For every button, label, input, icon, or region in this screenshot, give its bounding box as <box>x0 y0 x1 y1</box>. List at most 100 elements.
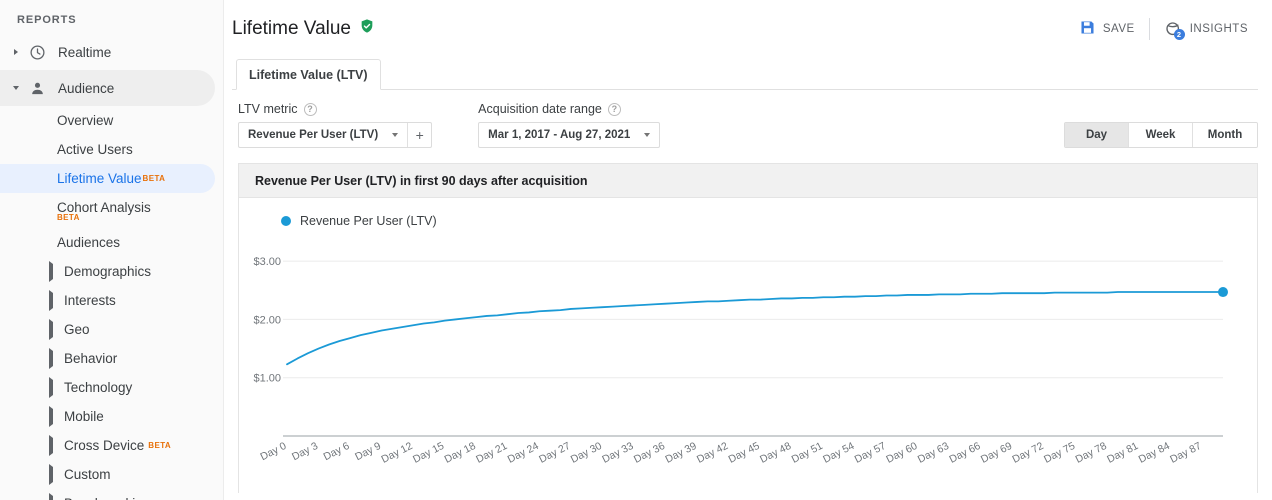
sidebar-item-benchmarking[interactable]: Benchmarking <box>0 489 223 500</box>
svg-text:Day 24: Day 24 <box>506 440 541 466</box>
header-divider <box>1148 18 1150 40</box>
insights-badge: 2 <box>1173 28 1185 40</box>
chevron-down-icon[interactable] <box>386 123 407 147</box>
sidebar-item-geo[interactable]: Geo <box>0 315 223 344</box>
sidebar-item-cohort-analysis[interactable]: Cohort Analysis BETA <box>0 193 223 222</box>
help-icon[interactable]: ? <box>607 102 621 116</box>
svg-text:Day 33: Day 33 <box>600 440 635 466</box>
sidebar: REPORTS Realtime Audience Overview Activ… <box>0 0 224 500</box>
beta-badge: BETA <box>57 213 80 222</box>
chart-panel-title: Revenue Per User (LTV) in first 90 days … <box>239 164 1257 198</box>
date-range-control: Acquisition date range ? Mar 1, 2017 - A… <box>478 102 661 148</box>
clock-icon <box>24 44 50 61</box>
sidebar-item-label: Lifetime Value <box>57 171 142 186</box>
chevron-right-icon <box>49 319 53 340</box>
svg-text:Day 69: Day 69 <box>979 440 1014 466</box>
chevron-right-icon <box>8 49 24 55</box>
insights-icon: 2 <box>1164 20 1185 40</box>
sidebar-item-demographics[interactable]: Demographics <box>0 257 223 286</box>
sidebar-item-active-users[interactable]: Active Users <box>0 135 223 164</box>
sidebar-item-technology[interactable]: Technology <box>0 373 223 402</box>
sidebar-item-realtime[interactable]: Realtime <box>0 34 223 70</box>
sidebar-item-label: Custom <box>64 467 111 482</box>
svg-text:Day 75: Day 75 <box>1042 440 1077 466</box>
save-floppy-icon <box>1079 19 1096 39</box>
svg-text:$2.00: $2.00 <box>253 314 281 326</box>
sidebar-item-behavior[interactable]: Behavior <box>0 344 223 373</box>
sidebar-item-cross-device[interactable]: Cross Device BETA <box>0 431 223 460</box>
add-metric-button[interactable]: + <box>407 123 431 147</box>
ltv-metric-label: LTV metric <box>238 102 298 116</box>
tab-lifetime-value-ltv[interactable]: Lifetime Value (LTV) <box>236 59 381 90</box>
chevron-right-icon <box>49 290 53 311</box>
save-button[interactable]: SAVE <box>1069 13 1145 45</box>
svg-text:Day 42: Day 42 <box>695 440 730 466</box>
chevron-down-icon[interactable] <box>638 123 659 147</box>
granularity-option-day[interactable]: Day <box>1065 123 1129 147</box>
svg-text:Day 9: Day 9 <box>353 440 383 463</box>
insights-button[interactable]: 2 INSIGHTS <box>1154 13 1258 45</box>
svg-text:Day 30: Day 30 <box>569 440 604 466</box>
sidebar-item-audiences[interactable]: Audiences <box>0 228 223 257</box>
chevron-down-icon <box>8 86 24 90</box>
date-range-select[interactable]: Mar 1, 2017 - Aug 27, 2021 <box>478 122 661 148</box>
chevron-right-icon <box>49 261 53 282</box>
ltv-metric-label-row: LTV metric ? <box>238 102 432 116</box>
chevron-right-icon <box>49 464 53 485</box>
ltv-metric-select[interactable]: Revenue Per User (LTV) + <box>238 122 433 148</box>
granularity-label: Month <box>1207 129 1243 141</box>
svg-text:Day 36: Day 36 <box>632 440 667 466</box>
svg-text:Day 27: Day 27 <box>537 440 572 466</box>
svg-text:$3.00: $3.00 <box>253 256 281 268</box>
svg-text:Day 0: Day 0 <box>258 440 288 463</box>
granularity-option-week[interactable]: Week <box>1129 123 1193 147</box>
page-title: Lifetime Value <box>232 18 375 40</box>
sidebar-item-interests[interactable]: Interests <box>0 286 223 315</box>
line-chart-svg: $1.00$2.00$3.00Day 0 Day 3 Day 6 Day 9Day 1… <box>253 256 1228 466</box>
granularity-label: Week <box>1145 129 1176 141</box>
beta-badge: BETA <box>148 441 172 450</box>
svg-text:Day 39: Day 39 <box>663 440 698 466</box>
svg-text:Day 12: Day 12 <box>379 440 414 466</box>
granularity-option-month[interactable]: Month <box>1193 123 1257 147</box>
svg-text:$1.00: $1.00 <box>253 373 281 385</box>
sidebar-item-lifetime-value[interactable]: Lifetime Value BETA <box>0 164 215 193</box>
sidebar-item-label: Audience <box>58 80 115 96</box>
sidebar-item-label: Cross Device <box>64 438 145 453</box>
sidebar-item-label: Realtime <box>58 44 112 60</box>
granularity-toggle: Day Week Month <box>1064 122 1258 148</box>
svg-text:Day 21: Day 21 <box>474 440 509 466</box>
sidebar-item-overview[interactable]: Overview <box>0 106 223 135</box>
app-root: REPORTS Realtime Audience Overview Activ… <box>0 0 1272 500</box>
sidebar-item-label: Interests <box>64 293 116 308</box>
svg-text:Day 81: Day 81 <box>1105 440 1140 466</box>
sidebar-item-label: Active Users <box>57 142 133 157</box>
beta-badge: BETA <box>142 174 166 183</box>
page-header: Lifetime Value SAVE 2 INSIGHTS <box>224 0 1272 58</box>
svg-text:Day 63: Day 63 <box>916 440 951 466</box>
svg-text:Day 78: Day 78 <box>1074 440 1109 466</box>
sidebar-item-mobile[interactable]: Mobile <box>0 402 223 431</box>
sidebar-item-label: Geo <box>64 322 90 337</box>
svg-text:Day 66: Day 66 <box>947 440 982 466</box>
chart-plot-area[interactable]: $1.00 $2.00 $3.00 Day 0 Day 3 Day 6 Day 9 Day 1… <box>239 224 1257 493</box>
help-icon[interactable]: ? <box>303 102 317 116</box>
sidebar-section-label: REPORTS <box>17 14 77 26</box>
sidebar-item-audience[interactable]: Audience <box>0 70 215 106</box>
insights-button-label: INSIGHTS <box>1189 23 1248 35</box>
svg-text:Day 15: Day 15 <box>411 440 446 466</box>
svg-text:Day 18: Day 18 <box>443 440 478 466</box>
svg-text:Day 87: Day 87 <box>1168 440 1203 466</box>
svg-text:Day 51: Day 51 <box>790 440 825 466</box>
ltv-metric-control: LTV metric ? Revenue Per User (LTV) + <box>238 102 433 148</box>
sidebar-item-label: Overview <box>57 113 114 128</box>
sidebar-item-label: Mobile <box>64 409 104 424</box>
svg-text:Day 54: Day 54 <box>821 440 856 466</box>
svg-text:Day 48: Day 48 <box>758 440 793 466</box>
ltv-metric-value: Revenue Per User (LTV) <box>248 129 379 141</box>
chevron-right-icon <box>49 435 53 456</box>
sidebar-item-custom[interactable]: Custom <box>0 460 223 489</box>
sidebar-item-label: Behavior <box>64 351 118 366</box>
chevron-right-icon <box>49 377 53 398</box>
svg-text:Day 72: Day 72 <box>1010 440 1045 466</box>
